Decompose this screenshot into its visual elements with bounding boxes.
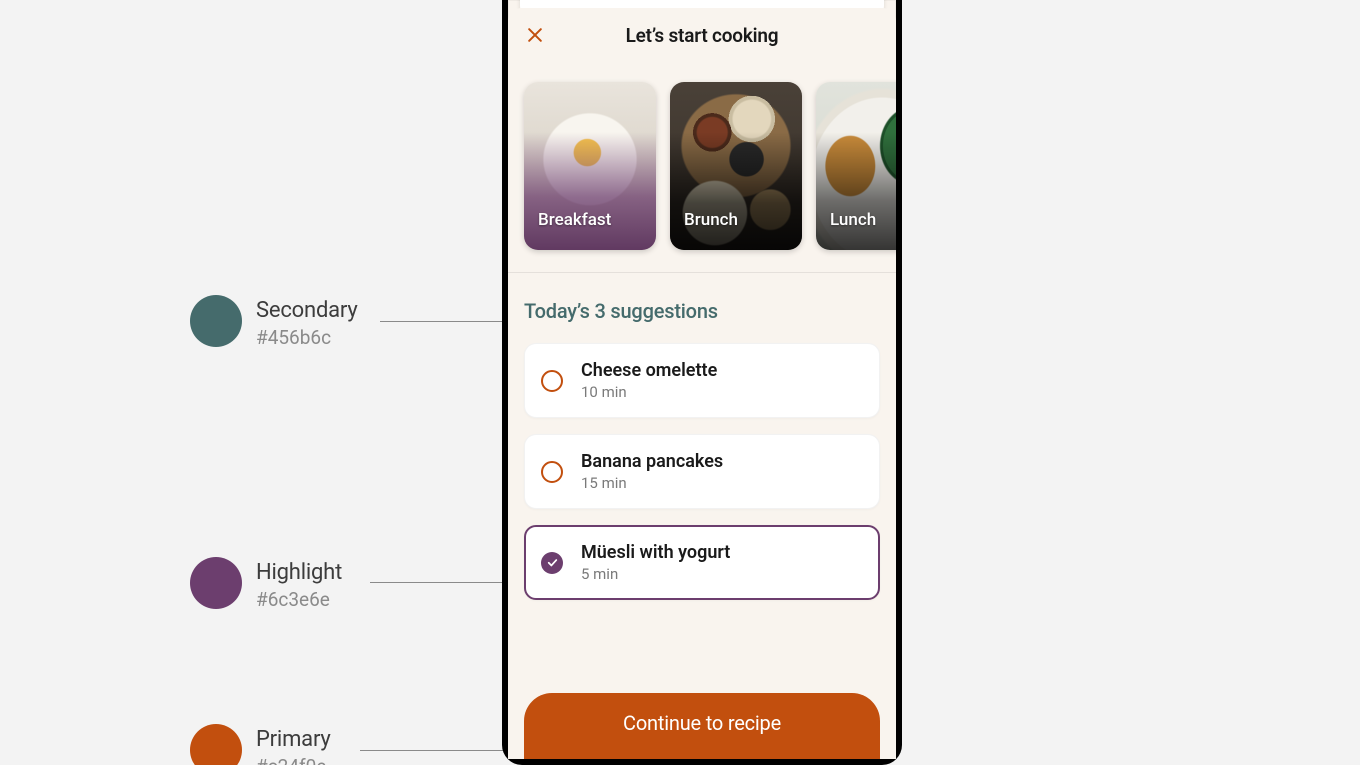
continue-button[interactable]: Continue to recipe [524, 693, 880, 759]
annotation-line [360, 750, 518, 751]
suggestion-texts: Banana pancakes 15 min [581, 451, 723, 492]
suggestion-title: Banana pancakes [581, 451, 723, 472]
suggestion-time: 10 min [581, 383, 717, 401]
radio-unchecked-icon [541, 370, 563, 392]
card-shade [524, 132, 656, 250]
suggestion-item[interactable]: Cheese omelette 10 min [524, 343, 880, 418]
suggestion-texts: Cheese omelette 10 min [581, 360, 717, 401]
annotation-name: Secondary [256, 297, 358, 325]
category-card-lunch[interactable]: Lunch [816, 82, 896, 250]
swatch-secondary [190, 295, 242, 347]
card-label: Breakfast [538, 210, 611, 230]
suggestion-item-selected[interactable]: Müesli with yogurt 5 min [524, 525, 880, 600]
close-icon [525, 25, 545, 45]
radio-unchecked-icon [541, 461, 563, 483]
annotation-secondary: Secondary #456b6c [190, 295, 358, 351]
phone-screen: Let’s start cooking Breakfast Brunch Lun… [508, 0, 896, 759]
annotation-line [380, 321, 514, 322]
cta-wrap: Continue to recipe [524, 693, 880, 759]
sheet-title: Let’s start cooking [626, 24, 779, 47]
phone-frame: Let’s start cooking Breakfast Brunch Lun… [502, 0, 902, 765]
sheet-header: Let’s start cooking [508, 8, 896, 62]
section-title: Today’s 3 suggestions [508, 273, 896, 331]
radio-checked-icon [541, 552, 563, 574]
annotation-texts: Secondary #456b6c [256, 295, 358, 351]
suggestion-texts: Müesli with yogurt 5 min [581, 542, 730, 583]
category-card-breakfast[interactable]: Breakfast [524, 82, 656, 250]
suggestion-title: Müesli with yogurt [581, 542, 730, 563]
card-shade [816, 132, 896, 250]
suggestion-title: Cheese omelette [581, 360, 717, 381]
suggestions-list: Cheese omelette 10 min Banana pancakes 1… [508, 331, 896, 600]
close-button[interactable] [522, 22, 548, 48]
annotation-primary: Primary #c24f0e [190, 724, 331, 765]
category-carousel[interactable]: Breakfast Brunch Lunch [508, 62, 896, 272]
annotation-hex: #6c3e6e [256, 587, 342, 614]
annotation-name: Primary [256, 726, 331, 754]
category-card-brunch[interactable]: Brunch [670, 82, 802, 250]
annotation-texts: Highlight #6c3e6e [256, 557, 342, 613]
bottom-sheet: Let’s start cooking Breakfast Brunch Lun… [508, 8, 896, 759]
annotation-name: Highlight [256, 559, 342, 587]
swatch-primary [190, 724, 242, 765]
annotation-highlight: Highlight #6c3e6e [190, 557, 342, 613]
suggestion-item[interactable]: Banana pancakes 15 min [524, 434, 880, 509]
suggestion-time: 5 min [581, 565, 730, 583]
checkmark-icon [546, 556, 559, 569]
annotation-hex: #c24f0e [256, 754, 331, 765]
annotation-line [370, 582, 518, 583]
card-label: Brunch [684, 210, 738, 230]
card-label: Lunch [830, 210, 876, 230]
suggestion-time: 15 min [581, 474, 723, 492]
annotation-hex: #456b6c [256, 325, 358, 352]
card-shade [670, 132, 802, 250]
annotation-texts: Primary #c24f0e [256, 724, 331, 765]
swatch-highlight [190, 557, 242, 609]
